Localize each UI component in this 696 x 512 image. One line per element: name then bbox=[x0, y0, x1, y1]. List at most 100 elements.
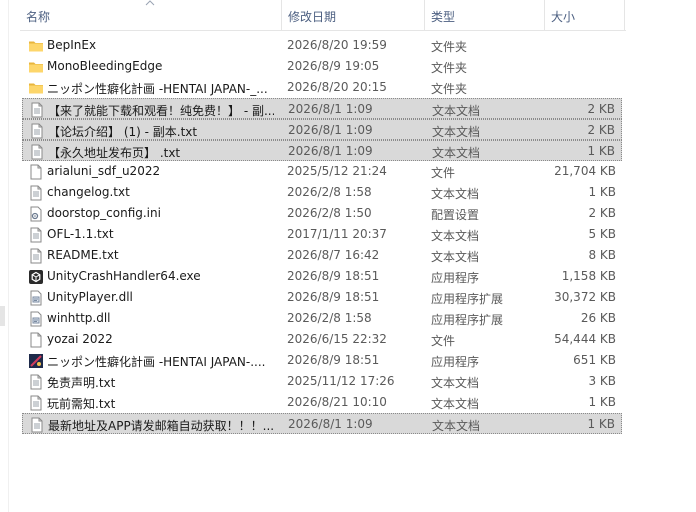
file-name: BepInEx bbox=[47, 38, 97, 52]
file-row[interactable]: ニッポン性癖化計画 -HENTAI JAPAN-.... 2026/8/9 18:… bbox=[22, 350, 622, 371]
file-size: 2 KB bbox=[587, 102, 615, 116]
blank-file-icon bbox=[28, 164, 44, 180]
column-header-type-label: 类型 bbox=[431, 10, 456, 24]
file-type: 文本文档 bbox=[431, 229, 480, 243]
file-date: 2026/2/8 1:58 bbox=[287, 185, 372, 199]
file-list: BepInEx 2026/8/20 19:59 文件夹 MonoBleedingEd… bbox=[22, 35, 622, 434]
text-file-icon bbox=[29, 123, 45, 139]
file-type: 文件 bbox=[431, 334, 456, 348]
dll-file-icon bbox=[28, 311, 44, 327]
file-row[interactable]: 【论坛介绍】 (1) - 副本.txt 2026/8/1 1:09 文本文档 2 KB bbox=[22, 119, 622, 140]
file-name: ニッポン性癖化計画 -HENTAI JAPAN-_... bbox=[47, 82, 268, 96]
file-size: 5 KB bbox=[588, 227, 616, 241]
file-row[interactable]: ニッポン性癖化計画 -HENTAI JAPAN-_... 2026/8/20 20… bbox=[22, 77, 622, 98]
file-name: MonoBleedingEdge bbox=[47, 59, 163, 73]
file-size: 26 KB bbox=[580, 311, 616, 325]
file-row[interactable]: 免责声明.txt 2025/11/12 17:26 文本文档 3 KB bbox=[22, 371, 622, 392]
column-header-date[interactable]: 修改日期 bbox=[282, 0, 425, 30]
file-type: 文本文档 bbox=[432, 125, 481, 139]
file-row[interactable]: changelog.txt 2026/2/8 1:58 文本文档 1 KB bbox=[22, 182, 622, 203]
file-name: arialuni_sdf_u2022 bbox=[47, 164, 161, 178]
unity-exe-icon bbox=[28, 269, 44, 285]
file-type: 文件夹 bbox=[431, 61, 468, 75]
file-date: 2026/8/9 18:51 bbox=[287, 290, 380, 304]
file-row[interactable]: 【来了就能下载和观看！纯免费！】 - 副... 2026/8/1 1:09 文本文档… bbox=[22, 98, 622, 119]
file-date: 2026/8/7 16:42 bbox=[287, 248, 380, 262]
file-name: 最新地址及APP请发邮箱自动获取！！！... bbox=[48, 419, 274, 433]
file-size: 2 KB bbox=[587, 123, 615, 137]
text-file-icon bbox=[29, 144, 45, 160]
file-name: ニッポン性癖化計画 -HENTAI JAPAN-.... bbox=[47, 355, 266, 369]
file-name: winhttp.dll bbox=[47, 311, 111, 325]
file-row[interactable]: arialuni_sdf_u2022 2025/5/12 21:24 文件 21,70… bbox=[22, 161, 622, 182]
file-type: 应用程序扩展 bbox=[431, 313, 504, 327]
file-name: changelog.txt bbox=[47, 185, 130, 199]
file-row[interactable]: 最新地址及APP请发邮箱自动获取！！！... 2026/8/1 1:09 文本文档 1… bbox=[22, 413, 622, 434]
column-header-size-label: 大小 bbox=[551, 10, 576, 24]
file-type: 文本文档 bbox=[431, 250, 480, 264]
file-date: 2017/1/11 20:37 bbox=[287, 227, 387, 241]
game-exe-icon bbox=[28, 353, 44, 369]
file-row[interactable]: 【永久地址发布页】 .txt 2026/8/1 1:09 文本文档 1 KB bbox=[22, 140, 622, 161]
file-date: 2026/8/1 1:09 bbox=[288, 102, 373, 116]
file-type: 文本文档 bbox=[431, 187, 480, 201]
file-size: 8 KB bbox=[588, 248, 616, 262]
file-explorer: 名称 修改日期 类型 大小 BepInEx 2026/8/20 19:59 文件夹 … bbox=[0, 0, 696, 512]
column-header-bar: 名称 修改日期 类型 大小 bbox=[20, 0, 626, 31]
text-file-icon bbox=[28, 395, 44, 411]
file-date: 2026/8/1 1:09 bbox=[288, 123, 373, 137]
column-header-type[interactable]: 类型 bbox=[425, 0, 545, 30]
file-row[interactable]: yozai 2022 2026/6/15 22:32 文件 54,444 KB bbox=[22, 329, 622, 350]
file-type: 文件 bbox=[431, 166, 456, 180]
file-size: 3 KB bbox=[588, 374, 616, 388]
blank-file-icon bbox=[28, 332, 44, 348]
file-size: 54,444 KB bbox=[554, 332, 616, 346]
column-header-size[interactable]: 大小 bbox=[545, 0, 625, 30]
file-row[interactable]: 玩前需知.txt 2026/8/21 10:10 文本文档 1 KB bbox=[22, 392, 622, 413]
file-row[interactable]: winhttp.dll 2026/2/8 1:58 应用程序扩展 26 KB bbox=[22, 308, 622, 329]
file-type: 文本文档 bbox=[431, 397, 480, 411]
file-size: 30,372 KB bbox=[554, 290, 616, 304]
file-row[interactable]: OFL-1.1.txt 2017/1/11 20:37 文本文档 5 KB bbox=[22, 224, 622, 245]
file-name: 免责声明.txt bbox=[47, 376, 116, 390]
file-date: 2026/8/9 18:51 bbox=[287, 353, 380, 367]
file-row[interactable]: doorstop_config.ini 2026/2/8 1:50 配置设置 2 KB bbox=[22, 203, 622, 224]
file-name: UnityPlayer.dll bbox=[47, 290, 133, 304]
file-row[interactable]: UnityCrashHandler64.exe 2026/8/9 18:51 应用程… bbox=[22, 266, 622, 287]
folder-icon bbox=[28, 59, 44, 75]
file-date: 2025/5/12 21:24 bbox=[287, 164, 387, 178]
file-date: 2026/8/20 19:59 bbox=[287, 38, 387, 52]
file-name: 【永久地址发布页】 .txt bbox=[48, 146, 181, 160]
file-date: 2026/8/9 19:05 bbox=[287, 59, 380, 73]
file-size: 651 KB bbox=[573, 353, 616, 367]
column-header-name[interactable]: 名称 bbox=[20, 0, 282, 30]
navigation-pane-edge bbox=[0, 0, 9, 512]
file-type: 应用程序 bbox=[431, 271, 480, 285]
file-name: OFL-1.1.txt bbox=[47, 227, 114, 241]
file-row[interactable]: UnityPlayer.dll 2026/8/9 18:51 应用程序扩展 30,37… bbox=[22, 287, 622, 308]
file-row[interactable]: README.txt 2026/8/7 16:42 文本文档 8 KB bbox=[22, 245, 622, 266]
file-row[interactable]: MonoBleedingEdge 2026/8/9 19:05 文件夹 bbox=[22, 56, 622, 77]
file-row[interactable]: BepInEx 2026/8/20 19:59 文件夹 bbox=[22, 35, 622, 56]
file-type: 应用程序扩展 bbox=[431, 292, 504, 306]
config-file-icon bbox=[28, 206, 44, 222]
file-size: 1,158 KB bbox=[561, 269, 616, 283]
file-type: 文件夹 bbox=[431, 82, 468, 96]
file-size: 2 KB bbox=[588, 206, 616, 220]
folder-icon bbox=[28, 38, 44, 54]
file-size: 1 KB bbox=[587, 417, 615, 431]
file-date: 2026/2/8 1:58 bbox=[287, 311, 372, 325]
file-type: 文本文档 bbox=[432, 104, 481, 118]
file-name: doorstop_config.ini bbox=[47, 206, 161, 220]
file-name: UnityCrashHandler64.exe bbox=[47, 269, 201, 283]
text-file-icon bbox=[29, 417, 45, 433]
text-file-icon bbox=[28, 248, 44, 264]
file-name: README.txt bbox=[47, 248, 119, 262]
file-type: 文件夹 bbox=[431, 40, 468, 54]
file-name: 【来了就能下载和观看！纯免费！】 - 副... bbox=[48, 104, 274, 118]
text-file-icon bbox=[28, 374, 44, 390]
file-size: 1 KB bbox=[587, 144, 615, 158]
folder-icon bbox=[28, 80, 44, 96]
text-file-icon bbox=[29, 102, 45, 118]
navigation-pane-scroll-thumb[interactable] bbox=[0, 306, 5, 326]
